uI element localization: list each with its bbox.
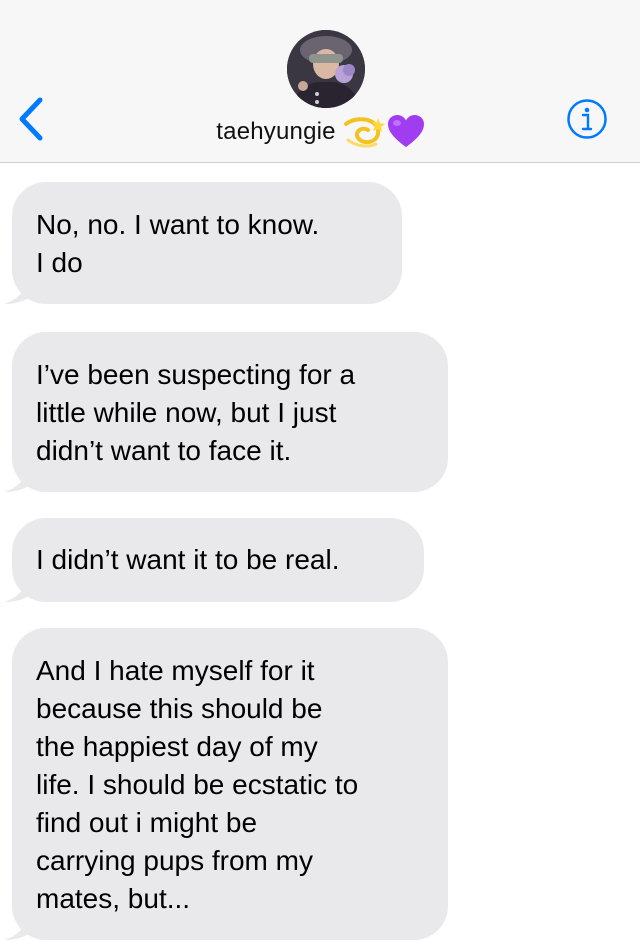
- incoming-message-bubble[interactable]: I didn’t want it to be real.: [4, 518, 424, 602]
- incoming-message-bubble[interactable]: And I hate myself for it because this sh…: [4, 628, 448, 940]
- conversation-header: taehyungie: [0, 0, 640, 163]
- message-text: I’ve been suspecting for a little while …: [36, 359, 356, 466]
- info-icon: [567, 99, 607, 139]
- bubble-tail: [4, 576, 34, 602]
- bubble-tail: [4, 914, 34, 940]
- message-text: I didn’t want it to be real.: [36, 544, 340, 575]
- name-emojis: [342, 114, 424, 150]
- purple-heart-emoji-icon: [387, 115, 424, 147]
- message-text: No, no. I want to know. I do: [36, 209, 320, 278]
- contact-name-row[interactable]: taehyungie: [0, 112, 640, 152]
- incoming-message-bubble[interactable]: I’ve been suspecting for a little while …: [4, 332, 448, 492]
- bubble-tail: [4, 278, 34, 304]
- bubble-tail: [4, 466, 34, 492]
- contact-avatar[interactable]: [287, 30, 365, 108]
- info-button[interactable]: [566, 98, 608, 140]
- message-text: And I hate myself for it because this sh…: [36, 655, 359, 914]
- dizzy-emoji-icon: [343, 117, 385, 148]
- contact-name: taehyungie: [216, 118, 336, 145]
- incoming-message-bubble[interactable]: No, no. I want to know. I do: [4, 182, 402, 304]
